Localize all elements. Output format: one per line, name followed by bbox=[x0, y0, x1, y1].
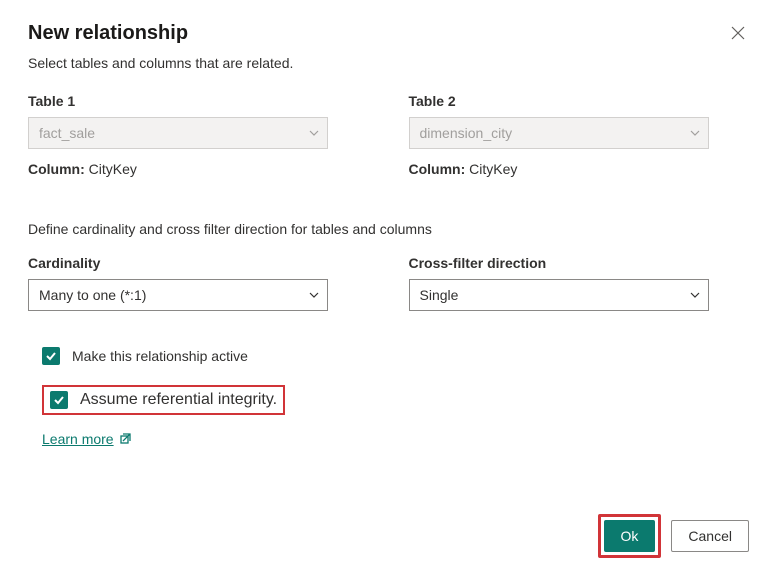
table1-value: fact_sale bbox=[39, 125, 95, 141]
dialog-subtitle: Select tables and columns that are relat… bbox=[28, 55, 749, 71]
ok-button[interactable]: Ok bbox=[604, 520, 656, 552]
table1-column-value: CityKey bbox=[89, 161, 137, 177]
learn-more-link[interactable]: Learn more bbox=[42, 431, 132, 447]
cancel-button[interactable]: Cancel bbox=[671, 520, 749, 552]
table2-column-label: Column: bbox=[409, 161, 466, 177]
table1-column-label: Column: bbox=[28, 161, 85, 177]
chevron-down-icon bbox=[309, 290, 319, 300]
ok-button-highlight: Ok bbox=[598, 514, 662, 558]
dialog-title: New relationship bbox=[28, 22, 188, 45]
chevron-down-icon bbox=[690, 128, 700, 138]
chevron-down-icon bbox=[309, 128, 319, 138]
crossfilter-label: Cross-filter direction bbox=[409, 255, 750, 271]
table1-label: Table 1 bbox=[28, 93, 369, 109]
chevron-down-icon bbox=[690, 290, 700, 300]
cardinality-value: Many to one (*:1) bbox=[39, 287, 146, 303]
table2-label: Table 2 bbox=[409, 93, 750, 109]
learn-more-label: Learn more bbox=[42, 431, 114, 447]
checkbox-referential[interactable] bbox=[50, 391, 68, 409]
table2-value: dimension_city bbox=[420, 125, 513, 141]
external-link-icon bbox=[120, 431, 132, 447]
close-icon[interactable] bbox=[727, 22, 749, 44]
cardinality-section-text: Define cardinality and cross filter dire… bbox=[28, 221, 749, 237]
crossfilter-select[interactable]: Single bbox=[409, 279, 709, 311]
checkbox-active-label: Make this relationship active bbox=[72, 348, 248, 364]
checkbox-active[interactable] bbox=[42, 347, 60, 365]
checkbox-referential-label: Assume referential integrity. bbox=[80, 391, 277, 409]
table1-select: fact_sale bbox=[28, 117, 328, 149]
referential-integrity-highlight: Assume referential integrity. bbox=[42, 385, 285, 415]
table2-column-value: CityKey bbox=[469, 161, 517, 177]
cardinality-select[interactable]: Many to one (*:1) bbox=[28, 279, 328, 311]
crossfilter-value: Single bbox=[420, 287, 459, 303]
table2-select: dimension_city bbox=[409, 117, 709, 149]
cardinality-label: Cardinality bbox=[28, 255, 369, 271]
